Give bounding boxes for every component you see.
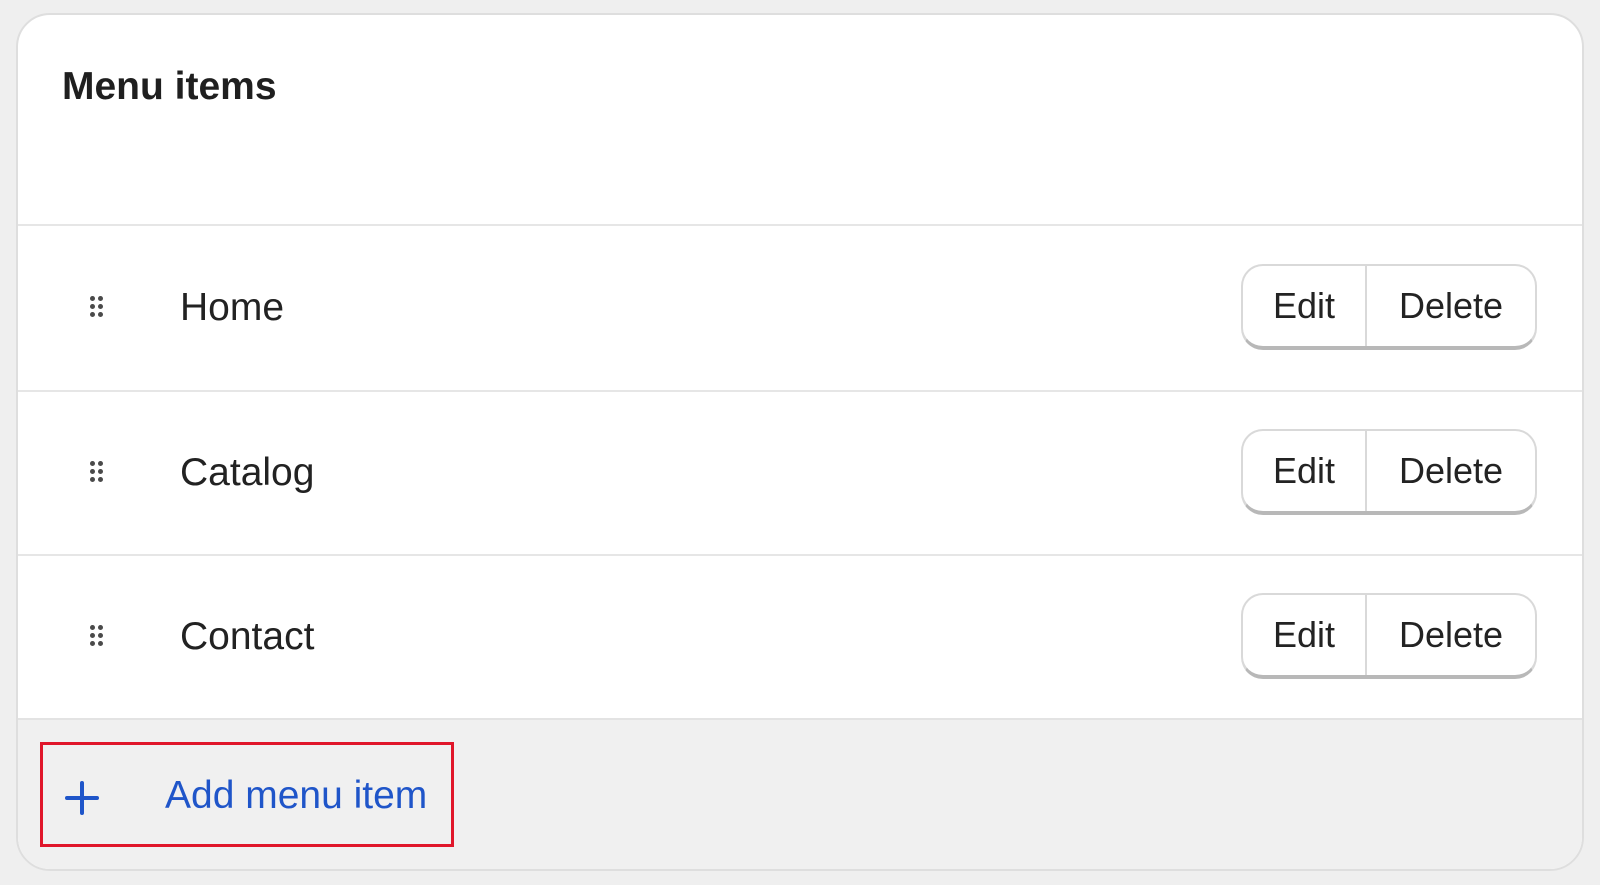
card-footer: Add menu item	[18, 718, 1582, 869]
menu-item-row-catalog: Catalog Edit Delete	[18, 391, 1582, 555]
add-menu-item-button[interactable]: Add menu item	[40, 742, 454, 847]
plus-icon	[65, 781, 99, 815]
edit-button[interactable]: Edit	[1243, 266, 1367, 346]
menu-item-label: Catalog	[180, 451, 315, 494]
row-actions: Edit Delete	[1241, 264, 1537, 350]
edit-button[interactable]: Edit	[1243, 595, 1367, 675]
delete-button[interactable]: Delete	[1367, 266, 1535, 346]
drag-handle-icon[interactable]	[90, 625, 104, 647]
delete-button[interactable]: Delete	[1367, 595, 1535, 675]
add-menu-item-label: Add menu item	[165, 774, 428, 817]
row-actions: Edit Delete	[1241, 593, 1537, 679]
card-title: Menu items	[62, 65, 277, 108]
menu-item-row-contact: Contact Edit Delete	[18, 555, 1582, 719]
edit-button[interactable]: Edit	[1243, 431, 1367, 511]
menu-item-label: Home	[180, 286, 285, 329]
menu-item-row-home: Home Edit Delete	[18, 226, 1582, 390]
menu-items-card: Menu items Home Edit Delete Catalog Edit…	[16, 13, 1584, 871]
delete-button[interactable]: Delete	[1367, 431, 1535, 511]
menu-item-label: Contact	[180, 615, 315, 658]
drag-handle-icon[interactable]	[90, 296, 104, 318]
row-actions: Edit Delete	[1241, 429, 1537, 515]
drag-handle-icon[interactable]	[90, 461, 104, 483]
